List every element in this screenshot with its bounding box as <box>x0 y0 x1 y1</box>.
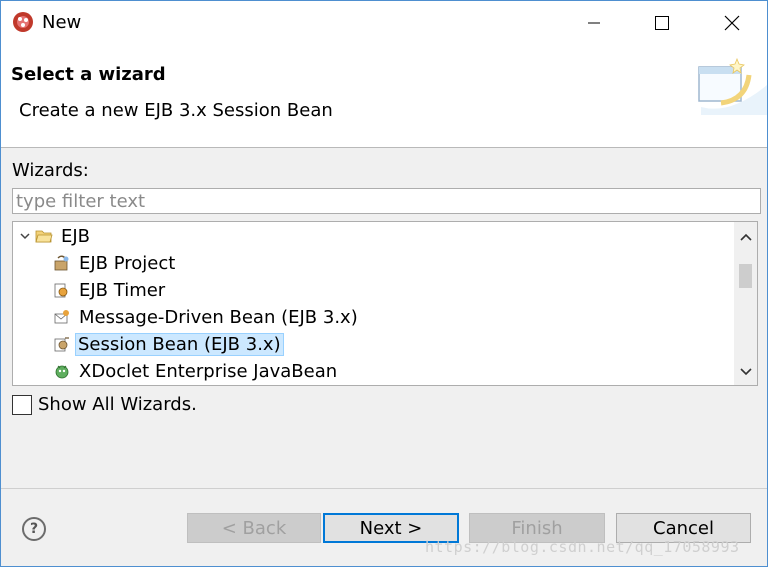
tree-label: EJB Timer <box>79 279 166 301</box>
message-bean-icon <box>54 310 69 324</box>
chevron-up-icon <box>739 233 752 241</box>
wizard-banner-icon <box>698 57 767 115</box>
header-description: Create a new EJB 3.x Session Bean <box>19 100 333 121</box>
scroll-thumb[interactable] <box>739 264 752 288</box>
session-bean-icon <box>54 337 69 352</box>
tree-label: EJB <box>61 225 91 247</box>
ejb-project-icon <box>54 255 69 271</box>
header-title: Select a wizard <box>11 64 166 85</box>
xdoclet-icon <box>55 365 69 379</box>
show-all-checkbox[interactable] <box>12 394 32 415</box>
maximize-icon <box>655 16 669 30</box>
eclipse-app-icon <box>13 12 33 32</box>
scroll-up-button[interactable] <box>734 226 757 248</box>
close-icon <box>724 15 740 31</box>
tree-scrollbar[interactable] <box>734 222 757 385</box>
tree-item-xdoclet[interactable]: XDoclet Enterprise JavaBean <box>53 358 341 384</box>
wizard-tree[interactable]: EJB EJB Project EJB Timer Message-Driven… <box>12 221 758 386</box>
tree-label: Message-Driven Bean (EJB 3.x) <box>79 306 358 328</box>
wizard-header: Select a wizard Create a new EJB 3.x Ses… <box>1 45 767 148</box>
show-all-label: Show All Wizards. <box>38 394 197 415</box>
help-icon: ? <box>29 521 39 537</box>
wizards-label: Wizards: <box>12 160 89 181</box>
folder-open-icon <box>35 230 53 243</box>
tree-item-message-driven-bean[interactable]: Message-Driven Bean (EJB 3.x) <box>53 304 362 330</box>
tree-label: Session Bean (EJB 3.x) <box>75 332 284 356</box>
window-title: New <box>42 12 82 33</box>
title-bar: New <box>1 1 767 45</box>
tree-label: EJB Project <box>79 252 176 274</box>
tree-item-session-bean[interactable]: Session Bean (EJB 3.x) <box>53 331 284 357</box>
minimize-button[interactable] <box>571 1 617 45</box>
close-button[interactable] <box>709 1 755 45</box>
new-wizard-dialog: New Select a wizard Create a new EJB 3.x… <box>0 0 768 567</box>
minimize-icon <box>588 22 600 24</box>
show-all-wizards[interactable]: Show All Wizards. <box>12 394 197 415</box>
watermark: https://blog.csdn.net/qq_17058993 <box>425 538 740 556</box>
chevron-down-icon <box>739 368 752 376</box>
maximize-button[interactable] <box>639 1 685 45</box>
help-button[interactable]: ? <box>22 517 46 541</box>
tree-item-ejb-timer[interactable]: EJB Timer <box>53 277 169 303</box>
tree-item-ejb-project[interactable]: EJB Project <box>53 250 179 276</box>
expanded-chevron-icon[interactable] <box>19 230 31 242</box>
back-button[interactable]: < Back <box>187 513 321 543</box>
scroll-down-button[interactable] <box>734 361 757 383</box>
tree-label: XDoclet Enterprise JavaBean <box>79 360 338 382</box>
ejb-timer-icon <box>54 283 68 298</box>
tree-folder-ejb[interactable]: EJB <box>19 223 94 249</box>
button-bar-separator <box>1 488 767 489</box>
filter-input[interactable] <box>12 188 761 214</box>
